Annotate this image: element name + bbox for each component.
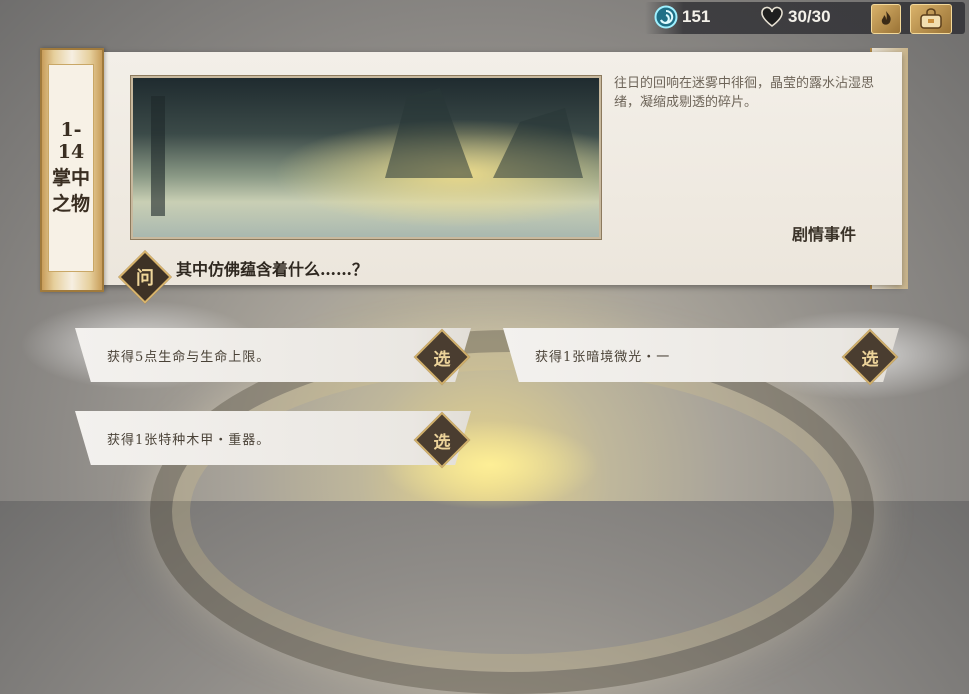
- select-label: 选: [433, 349, 451, 370]
- illustration-tower: [151, 96, 165, 216]
- illustration-rock: [385, 88, 473, 178]
- option-2-text: 获得1张暗境微光・一: [535, 349, 671, 365]
- option-3-text: 获得1张特种木甲・重器。: [107, 432, 271, 448]
- option-2[interactable]: 获得1张暗境微光・一: [503, 328, 899, 382]
- health-counter: 30/30: [760, 6, 831, 28]
- option-3[interactable]: 获得1张特种木甲・重器。: [75, 411, 471, 465]
- bag-button[interactable]: [910, 4, 952, 34]
- stage-number: 1-14: [57, 119, 85, 163]
- event-name: 掌中之物: [51, 167, 90, 215]
- flame-emblem-icon: [881, 11, 891, 25]
- option-1[interactable]: 获得5点生命与生命上限。: [75, 328, 471, 382]
- swirl-coin-icon: [654, 5, 678, 29]
- event-illustration: [131, 76, 601, 239]
- stage-title-tab: 1-14 掌中之物: [40, 48, 104, 292]
- option-1-text: 获得5点生命与生命上限。: [107, 349, 271, 365]
- stage-title-inner: 1-14 掌中之物: [48, 64, 94, 272]
- select-label: 选: [433, 432, 451, 453]
- bag-icon: [920, 8, 942, 29]
- event-question: 其中仿佛蕴含着什么……？: [176, 260, 369, 279]
- event-type-label: 剧情事件: [792, 225, 857, 244]
- currency-counter: 151: [654, 5, 711, 29]
- event-description: 往日的回响在迷雾中徘徊，晶莹的露水沾湿思绪，凝缩成剔透的碎片。: [614, 76, 875, 110]
- flame-emblem-button[interactable]: [871, 4, 901, 34]
- currency-value: 151: [682, 7, 711, 26]
- illustration-rock: [493, 108, 583, 178]
- select-label: 选: [861, 349, 879, 370]
- heart-icon: [761, 6, 783, 28]
- health-value: 30/30: [788, 7, 831, 26]
- question-badge-label: 问: [136, 268, 154, 289]
- background-compass-ring: [150, 330, 874, 694]
